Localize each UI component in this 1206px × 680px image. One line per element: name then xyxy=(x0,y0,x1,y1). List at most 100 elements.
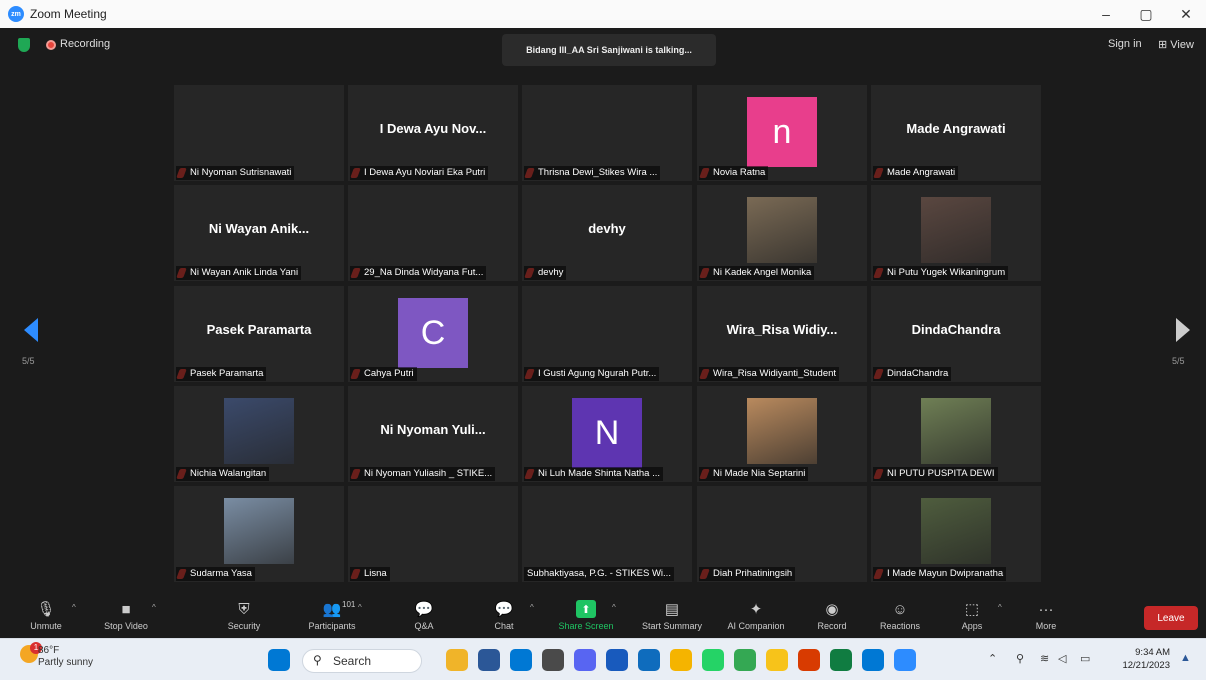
taskbar-app-icon[interactable] xyxy=(766,649,788,671)
participant-tile[interactable]: Lisna xyxy=(348,486,518,582)
windows-start-icon[interactable] xyxy=(268,649,290,671)
taskbar-app-icon[interactable] xyxy=(574,649,596,671)
taskbar-app-icon[interactable] xyxy=(798,649,820,671)
minimize-button[interactable]: – xyxy=(1086,0,1126,28)
recording-label[interactable]: Recording xyxy=(60,38,110,50)
participant-tile[interactable]: Ni Made Nia Septarini xyxy=(697,386,867,482)
taskbar-search-input[interactable]: ⚲ Search xyxy=(302,649,422,673)
participant-tile[interactable]: Wira_Risa Widiy... Wira_Risa Widiyanti_St… xyxy=(697,286,867,382)
chevron-up-icon[interactable]: ^ xyxy=(612,603,616,612)
taskbar-app-icon[interactable] xyxy=(542,649,564,671)
participant-tile[interactable]: I Made Mayun Dwipranatha xyxy=(871,486,1041,582)
participant-display-name: Wira_Risa Widiy... xyxy=(726,322,838,337)
next-page-arrow-icon[interactable] xyxy=(1176,318,1190,342)
tray-app-icon[interactable]: ⚲ xyxy=(1016,652,1024,665)
participant-name-label: Sudarma Yasa xyxy=(176,567,255,581)
taskbar-app-icon[interactable] xyxy=(734,649,756,671)
start-summary-button[interactable]: ▤ Start Summary xyxy=(632,594,712,638)
participant-tile[interactable]: C Cahya Putri xyxy=(348,286,518,382)
chevron-up-icon[interactable]: ^ xyxy=(998,603,1002,612)
participant-tile[interactable]: Nichia Walangitan xyxy=(174,386,344,482)
participant-name-label: Made Angrawati xyxy=(873,166,959,180)
taskbar-app-icon[interactable] xyxy=(446,649,468,671)
weather-widget[interactable]: 86°F Partly sunny xyxy=(38,645,93,669)
view-button[interactable]: ⊞ View xyxy=(1158,38,1194,51)
share-screen-icon: ⬆ xyxy=(576,600,596,618)
chevron-up-icon[interactable]: ^ xyxy=(530,603,534,612)
qa-button[interactable]: 💬 Q&A xyxy=(384,594,464,638)
taskbar-app-icon[interactable] xyxy=(478,649,500,671)
taskbar-app-icon[interactable] xyxy=(638,649,660,671)
participant-tile[interactable]: Subhaktiyasa, P.G. - STIKES Wi... xyxy=(522,486,692,582)
more-button[interactable]: ··· More xyxy=(1006,594,1086,638)
participant-tile[interactable]: Diah Prihatiningsih xyxy=(697,486,867,582)
previous-page-arrow-icon[interactable] xyxy=(24,318,38,342)
security-button[interactable]: ⛨ Security xyxy=(204,594,284,638)
participant-tile[interactable]: Ni Wayan Anik... Ni Wayan Anik Linda Yani xyxy=(174,185,344,281)
taskbar-app-icon[interactable] xyxy=(862,649,884,671)
reactions-button[interactable]: ☺ Reactions xyxy=(860,594,940,638)
taskbar-clock[interactable]: 9:34 AM 12/21/2023 xyxy=(1114,646,1170,672)
participant-tile[interactable]: Thrisna Dewi_Stikes Wira ... xyxy=(522,85,692,181)
tray-chevron-icon[interactable]: ⌃ xyxy=(988,652,997,665)
participant-name-label: Lisna xyxy=(350,567,390,581)
participant-avatar: C xyxy=(398,298,468,368)
share-screen-label: Share Screen xyxy=(558,621,614,631)
leave-button[interactable]: Leave xyxy=(1144,606,1198,630)
participant-tile[interactable]: n Novia Ratna xyxy=(697,85,867,181)
participant-tile[interactable]: I Gusti Agung Ngurah Putr... xyxy=(522,286,692,382)
chevron-up-icon[interactable]: ^ xyxy=(152,603,156,612)
chevron-up-icon[interactable]: ^ xyxy=(72,603,76,612)
ai-companion-button[interactable]: ✦ AI Companion xyxy=(716,594,796,638)
search-icon: ⚲ xyxy=(313,653,322,667)
apps-button[interactable]: ⬚ Apps ^ xyxy=(932,594,1012,638)
participant-photo xyxy=(747,398,817,464)
search-placeholder: Search xyxy=(333,654,372,668)
wifi-icon[interactable]: ≋ xyxy=(1040,652,1049,665)
participant-name-label: Wira_Risa Widiyanti_Student xyxy=(699,367,840,381)
participant-tile[interactable]: 29_Na Dinda Widyana Fut... xyxy=(348,185,518,281)
participant-tile[interactable]: Ni Kadek Angel Monika xyxy=(697,185,867,281)
chevron-up-icon[interactable]: ^ xyxy=(358,603,362,612)
chat-button[interactable]: 💬 Chat ^ xyxy=(464,594,544,638)
volume-icon[interactable]: ◁ xyxy=(1058,652,1066,665)
participant-tile[interactable]: NI PUTU PUSPITA DEWI xyxy=(871,386,1041,482)
participants-button[interactable]: 👥 101 Participants ^ xyxy=(292,594,372,638)
participant-tile[interactable]: Ni Nyoman Sutrisnawati xyxy=(174,85,344,181)
battery-icon[interactable]: ▭ xyxy=(1080,652,1090,665)
participant-display-name: DindaChandra xyxy=(911,322,1001,337)
encryption-shield-icon[interactable] xyxy=(18,38,30,52)
ai-companion-label: AI Companion xyxy=(727,621,785,631)
sign-in-link[interactable]: Sign in xyxy=(1108,38,1142,50)
stop-video-button[interactable]: ■ Stop Video ^ xyxy=(86,594,166,638)
taskbar-app-icon[interactable] xyxy=(702,649,724,671)
close-button[interactable]: ✕ xyxy=(1166,0,1206,28)
maximize-button[interactable]: ▢ xyxy=(1126,0,1166,28)
share-screen-button[interactable]: ⬆ Share Screen ^ xyxy=(546,594,626,638)
taskbar-app-icon[interactable] xyxy=(894,649,916,671)
title-bar: zm Zoom Meeting – ▢ ✕ xyxy=(0,0,1206,28)
notification-bell-icon[interactable]: ▲ xyxy=(1180,652,1191,664)
taskbar-app-icon[interactable] xyxy=(510,649,532,671)
unmute-button[interactable]: 🎙 Unmute ^ xyxy=(6,594,86,638)
taskbar-app-icon[interactable] xyxy=(830,649,852,671)
participant-tile[interactable]: DindaChandra DindaChandra xyxy=(871,286,1041,382)
participant-tile[interactable]: Made Angrawati Made Angrawati xyxy=(871,85,1041,181)
participant-tile[interactable]: devhy devhy xyxy=(522,185,692,281)
record-label: Record xyxy=(817,621,847,631)
taskbar-app-icon[interactable] xyxy=(606,649,628,671)
reactions-icon: ☺ xyxy=(892,600,908,618)
participant-count: 101 xyxy=(342,600,356,609)
taskbar-app-icon[interactable] xyxy=(670,649,692,671)
participant-tile[interactable]: I Dewa Ayu Nov... I Dewa Ayu Noviari Eka … xyxy=(348,85,518,181)
participant-tile[interactable]: N Ni Luh Made Shinta Natha ... xyxy=(522,386,692,482)
participant-name-label: DindaChandra xyxy=(873,367,952,381)
participant-name-label: Ni Wayan Anik Linda Yani xyxy=(176,266,302,280)
weather-temp: 86°F xyxy=(38,645,60,656)
participant-tile[interactable]: Sudarma Yasa xyxy=(174,486,344,582)
participant-tile[interactable]: Ni Putu Yugek Wikaningrum xyxy=(871,185,1041,281)
participant-tile[interactable]: Pasek Paramarta Pasek Paramarta xyxy=(174,286,344,382)
participant-tile[interactable]: Ni Nyoman Yuli... Ni Nyoman Yuliasih _ ST… xyxy=(348,386,518,482)
security-label: Security xyxy=(227,621,261,631)
participant-display-name: Pasek Paramarta xyxy=(206,322,312,337)
